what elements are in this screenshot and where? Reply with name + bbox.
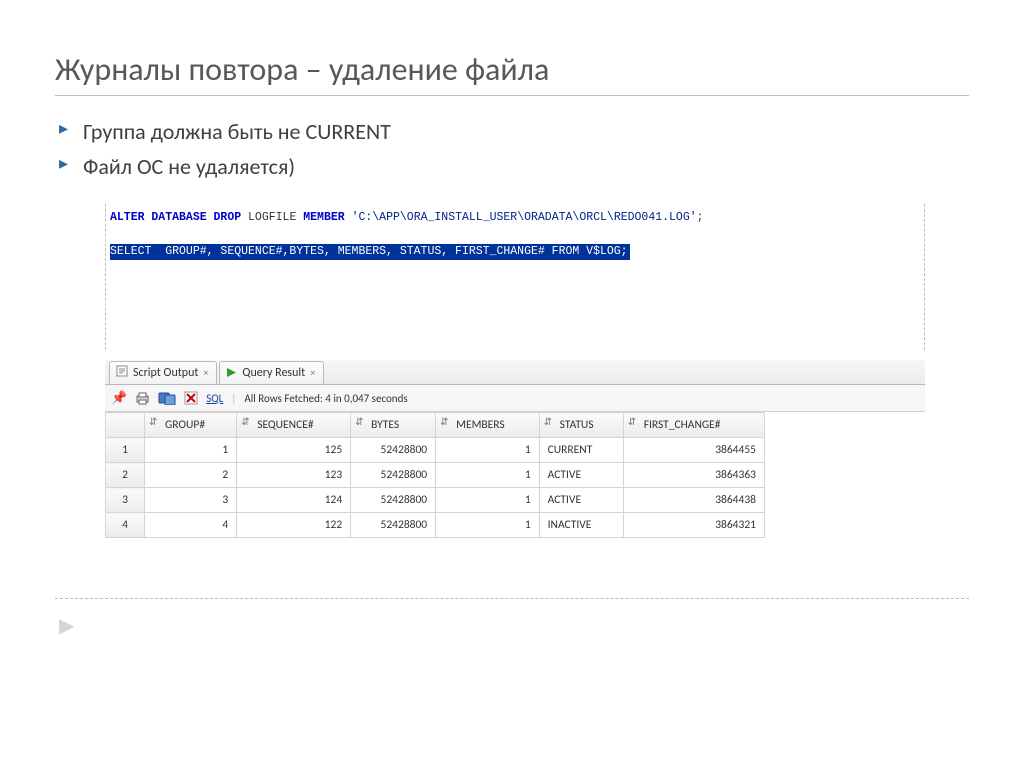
cell-members: 1: [436, 438, 540, 463]
cell-members: 1: [436, 463, 540, 488]
result-tabs: Script Output × Query Result ×: [105, 360, 925, 385]
cell-status: ACTIVE: [539, 463, 623, 488]
cell-first-change: 3864455: [623, 438, 764, 463]
rownum-cell: 3: [106, 488, 145, 513]
script-output-icon: [116, 365, 128, 381]
cell-sequence: 124: [237, 488, 351, 513]
close-icon[interactable]: ×: [310, 366, 315, 379]
save-icon[interactable]: [158, 391, 176, 405]
bullet-item: Файл ОС не удаляется): [55, 149, 969, 184]
col-group[interactable]: ⇵GROUP#: [145, 413, 237, 438]
cell-status: ACTIVE: [539, 488, 623, 513]
play-icon: [226, 367, 237, 378]
col-members[interactable]: ⇵MEMBERS: [436, 413, 540, 438]
cell-sequence: 125: [237, 438, 351, 463]
close-icon[interactable]: ×: [203, 366, 208, 379]
col-first-change[interactable]: ⇵FIRST_CHANGE#: [623, 413, 764, 438]
cell-bytes: 52428800: [351, 488, 436, 513]
table-row[interactable]: 2 2 123 52428800 1 ACTIVE 3864363: [106, 463, 765, 488]
col-bytes[interactable]: ⇵BYTES: [351, 413, 436, 438]
page-title: Журналы повтора – удаление файла: [55, 50, 969, 89]
pin-icon[interactable]: 📌: [111, 391, 127, 406]
slide: Журналы повтора – удаление файла Группа …: [0, 0, 1024, 678]
sort-icon: ⇵: [628, 417, 636, 427]
cell-first-change: 3864321: [623, 513, 764, 538]
cell-bytes: 52428800: [351, 438, 436, 463]
sql-line-1: ALTER DATABASE DROP LOGFILE MEMBER 'C:\A…: [110, 210, 916, 227]
cell-sequence: 123: [237, 463, 351, 488]
cell-sequence: 122: [237, 513, 351, 538]
sort-icon: ⇵: [544, 417, 552, 427]
sql-button[interactable]: SQL: [206, 392, 223, 405]
cell-group: 4: [145, 513, 237, 538]
print-icon[interactable]: [135, 391, 150, 405]
bullet-item: Группа должна быть не CURRENT: [55, 114, 969, 149]
table-row[interactable]: 1 1 125 52428800 1 CURRENT 3864455: [106, 438, 765, 463]
sort-icon: ⇵: [149, 417, 157, 427]
results-toolbar: 📌 SQL | All Rows Fetched: 4 in 0,047 sec…: [105, 385, 925, 412]
tab-label: Query Result: [242, 366, 305, 380]
delete-icon[interactable]: [184, 391, 198, 405]
sql-line-2: SELECT GROUP#, SEQUENCE#,BYTES, MEMBERS,…: [110, 244, 916, 261]
rownum-cell: 1: [106, 438, 145, 463]
tab-query-result[interactable]: Query Result ×: [219, 361, 324, 384]
table-row[interactable]: 3 3 124 52428800 1 ACTIVE 3864438: [106, 488, 765, 513]
col-sequence[interactable]: ⇵SEQUENCE#: [237, 413, 351, 438]
cell-group: 1: [145, 438, 237, 463]
cell-bytes: 52428800: [351, 463, 436, 488]
results-table: ⇵GROUP# ⇵SEQUENCE# ⇵BYTES ⇵MEMBERS ⇵STAT…: [105, 412, 765, 538]
cell-status: INACTIVE: [539, 513, 623, 538]
sql-developer-panel: ALTER DATABASE DROP LOGFILE MEMBER 'C:\A…: [105, 204, 925, 538]
title-divider: [55, 95, 969, 96]
tab-label: Script Output: [133, 366, 198, 380]
bullet-list: Группа должна быть не CURRENT Файл ОС не…: [55, 114, 969, 184]
sort-icon: ⇵: [241, 417, 249, 427]
cell-members: 1: [436, 488, 540, 513]
tab-script-output[interactable]: Script Output ×: [109, 361, 217, 384]
cell-group: 3: [145, 488, 237, 513]
table-header-row: ⇵GROUP# ⇵SEQUENCE# ⇵BYTES ⇵MEMBERS ⇵STAT…: [106, 413, 765, 438]
slide-footer: ▶: [55, 598, 969, 638]
rownum-cell: 4: [106, 513, 145, 538]
cell-status: CURRENT: [539, 438, 623, 463]
col-status[interactable]: ⇵STATUS: [539, 413, 623, 438]
cell-bytes: 52428800: [351, 513, 436, 538]
cell-members: 1: [436, 513, 540, 538]
rownum-cell: 2: [106, 463, 145, 488]
table-row[interactable]: 4 4 122 52428800 1 INACTIVE 3864321: [106, 513, 765, 538]
cell-first-change: 3864363: [623, 463, 764, 488]
sort-icon: ⇵: [440, 417, 448, 427]
sort-icon: ⇵: [355, 417, 363, 427]
rownum-header[interactable]: [106, 413, 145, 438]
footer-arrow-icon: ▶: [59, 614, 74, 638]
cell-group: 2: [145, 463, 237, 488]
fetch-status: All Rows Fetched: 4 in 0,047 seconds: [244, 392, 407, 405]
cell-first-change: 3864438: [623, 488, 764, 513]
sql-editor[interactable]: ALTER DATABASE DROP LOGFILE MEMBER 'C:\A…: [105, 204, 925, 350]
separator: |: [231, 392, 236, 405]
